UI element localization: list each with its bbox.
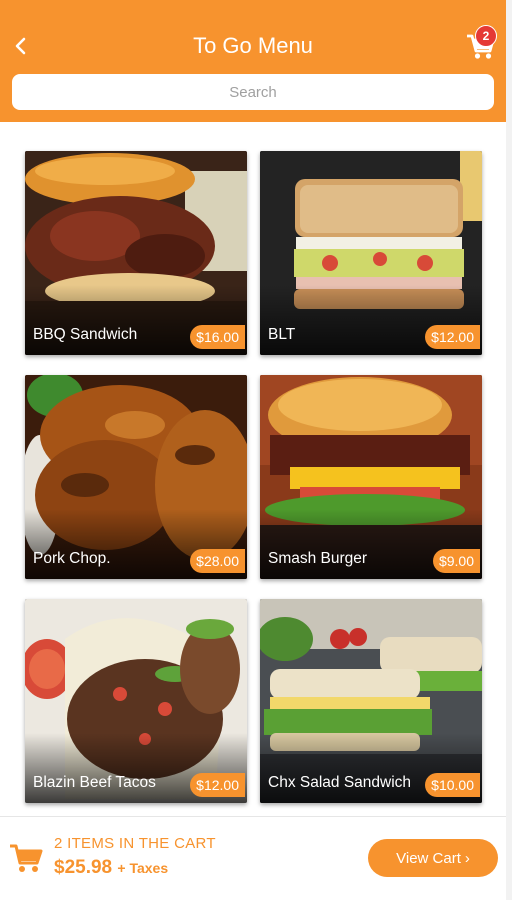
menu-item-card[interactable]: BBQ Sandwich $16.00 [25, 151, 247, 355]
menu-item-price: $10.00 [425, 773, 480, 797]
cart-total-amount: $25.98 [54, 857, 113, 878]
menu-item-price: $12.00 [425, 325, 480, 349]
menu-item-card[interactable]: Blazin Beef Tacos $12.00 [25, 599, 247, 803]
page-title: To Go Menu [193, 33, 313, 58]
menu-item-card[interactable]: Chx Salad Sandwich $10.00 [260, 599, 482, 803]
right-edge-divider [506, 0, 512, 900]
menu-item-name: BBQ Sandwich [33, 326, 138, 343]
menu-item-price: $9.00 [432, 549, 480, 573]
menu-item-card[interactable]: Pork Chop. $28.00 [25, 375, 247, 579]
menu-item-price: $28.00 [190, 549, 245, 573]
menu-item-name: Pork Chop. [33, 550, 111, 567]
cart-total: $25.98 + Taxes [54, 857, 168, 879]
chevron-right-icon: › [464, 849, 470, 867]
menu-item-price: $16.00 [190, 325, 245, 349]
search-input[interactable] [12, 74, 494, 110]
menu-item-card[interactable]: Smash Burger $9.00 [260, 375, 482, 579]
menu-item-name: Chx Salad Sandwich [268, 774, 412, 791]
menu-item-name: Blazin Beef Tacos [33, 774, 156, 791]
menu-grid: BBQ Sandwich $16.00 BLT $12.00 Pork Chop… [0, 122, 506, 816]
menu-item-name: Smash Burger [268, 550, 368, 567]
view-cart-button[interactable]: View Cart › [368, 839, 498, 877]
cart-summary-bar: 2 ITEMS IN THE CART $25.98 + Taxes View … [0, 816, 506, 900]
cart-count-badge: 2 [475, 25, 497, 47]
menu-item-name: BLT [268, 326, 296, 343]
menu-item-price: $12.00 [190, 773, 245, 797]
cart-item-count: 2 ITEMS IN THE CART [54, 835, 216, 852]
shopping-cart-icon [10, 844, 43, 872]
taxes-note: + Taxes [117, 860, 169, 876]
app-header: To Go Menu 2 [0, 0, 512, 122]
menu-item-card[interactable]: BLT $12.00 [260, 151, 482, 355]
view-cart-label: View Cart [396, 849, 461, 867]
